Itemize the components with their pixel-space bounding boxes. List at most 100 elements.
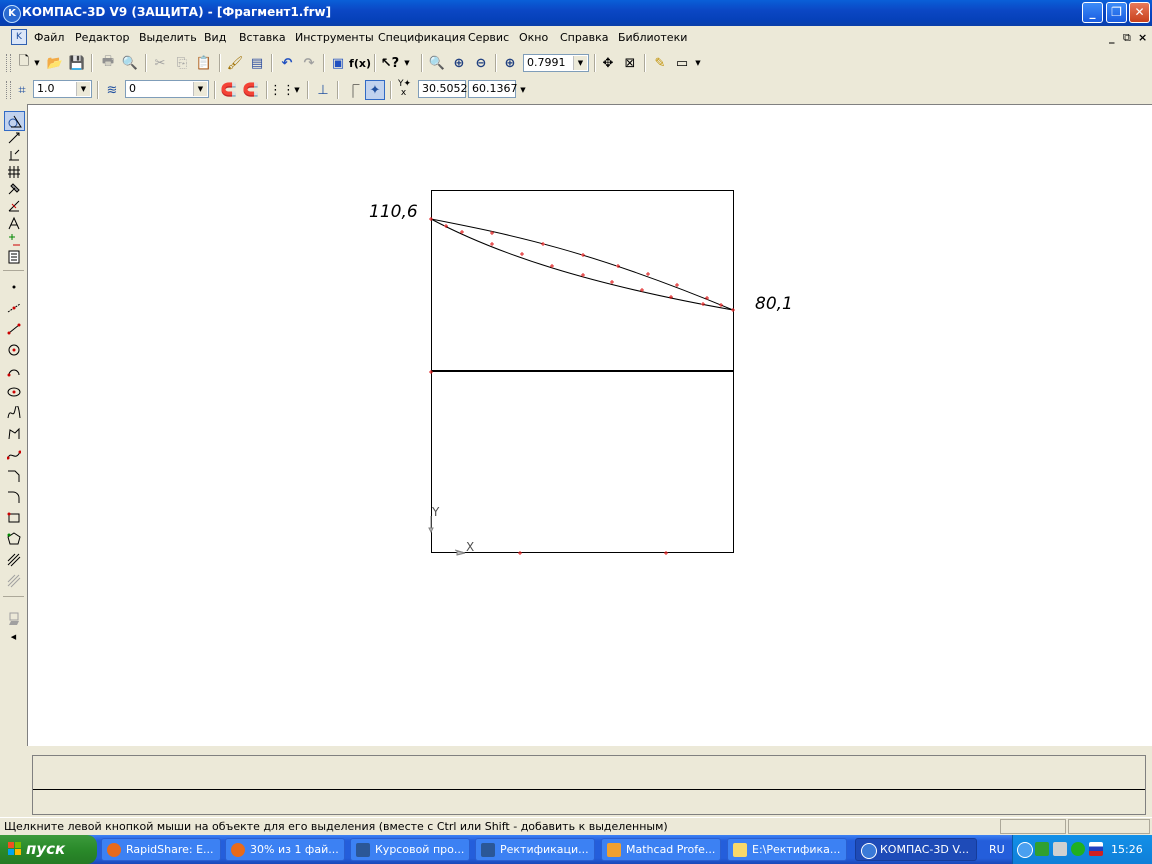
coord-y-field[interactable]: 60.1367 — [468, 80, 518, 98]
menu-help[interactable]: Справка — [560, 31, 608, 44]
redo-icon[interactable]: ↷ — [299, 53, 319, 73]
show-all-icon[interactable]: ⊠ — [620, 53, 640, 73]
menu-edit[interactable]: Редактор — [75, 31, 130, 44]
zoom-dropdown-icon[interactable]: ▼ — [573, 56, 587, 70]
select-panel-icon[interactable] — [4, 214, 23, 232]
zoom-scale-icon[interactable]: ⊕ — [500, 53, 520, 73]
drawing-canvas[interactable]: 110,6 80,1 Y X — [27, 104, 1152, 746]
menu-window[interactable]: Окно — [519, 31, 548, 44]
menu-service[interactable]: Сервис — [468, 31, 509, 44]
volume-icon[interactable] — [1053, 842, 1067, 856]
clock[interactable]: 15:26 — [1111, 843, 1143, 856]
upper-curve[interactable] — [430, 218, 734, 311]
mdi-restore-button[interactable]: ⧉ — [1123, 31, 1131, 45]
paste-icon[interactable]: 📋 — [194, 53, 214, 73]
spline-icon[interactable] — [4, 404, 23, 422]
close-button[interactable]: ✕ — [1129, 2, 1150, 23]
notation-panel-icon[interactable] — [4, 146, 23, 164]
dimensions-panel-icon[interactable] — [4, 129, 23, 147]
taskbar-item[interactable]: Mathcad Profe... — [601, 838, 721, 861]
zoom-scale-field[interactable]: 0.7991 ▼ — [523, 54, 589, 72]
ortho-icon[interactable]: ⎾ — [343, 80, 363, 100]
language-indicator[interactable]: RU — [989, 843, 1005, 856]
new-document-icon[interactable]: 🗋 — [14, 53, 34, 73]
lower-curve[interactable] — [430, 218, 734, 311]
menu-tools[interactable]: Инструменты — [295, 31, 374, 44]
grid-dropdown-icon[interactable]: ▼ — [292, 80, 302, 100]
upper-frame[interactable] — [431, 190, 734, 371]
fx-icon[interactable]: f(x) — [349, 53, 371, 73]
coordinates-dropdown-icon[interactable]: ▼ — [518, 80, 528, 100]
rebuild-icon[interactable]: ✎ — [650, 53, 670, 73]
zoom-in-icon[interactable]: ⊕ — [449, 53, 469, 73]
taskbar-item[interactable]: E:\Ректифика... — [727, 838, 847, 861]
bezier-icon[interactable] — [4, 446, 23, 464]
undo-icon[interactable]: ↶ — [277, 53, 297, 73]
zoom-icon[interactable]: 🔍 — [427, 53, 447, 73]
title-bar[interactable]: K КОМПАС-3D V9 (ЗАЩИТА) - [Фрагмент1.frw… — [0, 0, 1152, 26]
grid-icon[interactable]: ⋮⋮ — [269, 80, 295, 100]
menu-select[interactable]: Выделить — [139, 31, 197, 44]
ellipse-icon[interactable] — [4, 383, 23, 401]
open-folder-icon[interactable]: 📂 — [45, 53, 65, 73]
help-dropdown-icon[interactable]: ▼ — [402, 53, 412, 73]
menu-file[interactable]: Файл — [34, 31, 64, 44]
zoom-out-icon[interactable]: ⊖ — [471, 53, 491, 73]
menu-insert[interactable]: Вставка — [239, 31, 286, 44]
start-button[interactable]: пуск — [0, 835, 97, 864]
snap-magnet-icon[interactable]: 🧲 — [219, 80, 239, 100]
taskbar-item[interactable]: 30% из 1 фай... — [225, 838, 345, 861]
step-field[interactable]: 1.0 ▼ — [33, 80, 92, 98]
cut-icon[interactable]: ✂ — [150, 53, 170, 73]
local-snap-icon[interactable]: 🧲 — [241, 80, 261, 100]
mdi-close-button[interactable]: × — [1138, 31, 1147, 44]
step-dropdown-icon[interactable]: ▼ — [76, 82, 90, 96]
print-icon[interactable]: 🖶 — [98, 53, 118, 73]
lower-frame[interactable] — [431, 371, 734, 553]
fillet-icon[interactable] — [4, 488, 23, 506]
chamfer-icon[interactable] — [4, 467, 23, 485]
fill-icon[interactable] — [4, 572, 23, 590]
taskbar-item-active[interactable]: КОМПАС-3D V... — [855, 838, 977, 861]
coord-x-field[interactable]: 30.5052 — [418, 80, 468, 98]
antivirus-icon[interactable] — [1071, 842, 1085, 856]
parametrization-panel-icon[interactable] — [4, 180, 23, 198]
toolbar-scroll-icon[interactable]: ◀ — [4, 628, 23, 646]
parametric-mode-icon[interactable]: ✦ — [365, 80, 385, 100]
geometry-panel-icon[interactable] — [4, 111, 25, 131]
print-preview-icon[interactable]: 🔍 — [120, 53, 140, 73]
toolbar-grip[interactable] — [6, 54, 11, 72]
display-mode-icon[interactable]: ▭ — [672, 53, 692, 73]
layer-field[interactable]: 0 ▼ — [125, 80, 209, 98]
polyline-icon[interactable] — [4, 425, 23, 443]
variables-icon[interactable]: ▣ — [328, 53, 348, 73]
taskbar-item[interactable]: Курсовой про... — [350, 838, 470, 861]
properties-brush-icon[interactable]: 🖌 — [225, 53, 245, 73]
toolbar-grip[interactable] — [6, 81, 11, 99]
layer-dropdown-icon[interactable]: ▼ — [193, 82, 207, 96]
new-dropdown-icon[interactable]: ▼ — [32, 53, 42, 73]
spec-panel-icon[interactable] — [4, 248, 23, 266]
measure-panel-icon[interactable] — [4, 197, 23, 215]
menu-view[interactable]: Вид — [204, 31, 226, 44]
copy-icon[interactable]: ⎘ — [172, 53, 192, 73]
taskbar-item[interactable]: Ректификаци... — [475, 838, 595, 861]
layers-icon[interactable]: ≋ — [102, 80, 122, 100]
auxiliary-line-icon[interactable] — [4, 299, 23, 317]
menu-libraries[interactable]: Библиотеки — [618, 31, 687, 44]
segment-icon[interactable] — [4, 320, 23, 338]
network-icon[interactable] — [1035, 842, 1049, 856]
right-dimension-label[interactable]: 80,1 — [755, 294, 793, 314]
hatch-icon[interactable] — [4, 551, 23, 569]
minimize-button[interactable]: _ — [1082, 2, 1103, 23]
point-icon[interactable] — [4, 278, 23, 296]
pan-icon[interactable]: ✥ — [598, 53, 618, 73]
manager-icon[interactable]: ▤ — [247, 53, 267, 73]
rectangle-icon[interactable] — [4, 509, 23, 527]
cursor-step-icon[interactable]: ⌗ — [12, 80, 32, 100]
display-dropdown-icon[interactable]: ▼ — [693, 53, 703, 73]
save-icon[interactable]: 💾 — [67, 53, 87, 73]
show-hidden-icons-icon[interactable] — [1017, 842, 1033, 858]
menu-specification[interactable]: Спецификация — [378, 31, 465, 44]
associative-panel-icon[interactable] — [4, 231, 23, 249]
